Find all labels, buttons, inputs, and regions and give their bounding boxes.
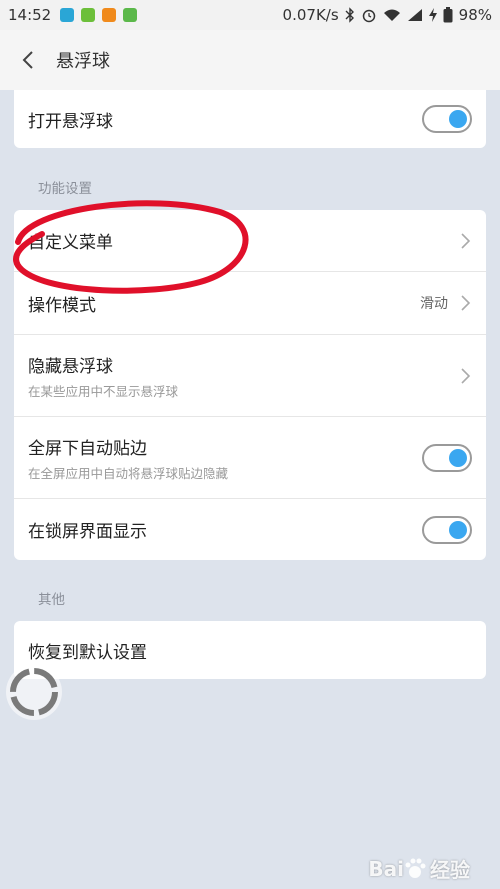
floating-ball-icon	[6, 664, 62, 720]
fullscreen-edge-desc: 在全屏应用中自动将悬浮球贴边隐藏	[28, 465, 229, 481]
section-label-other: 其他	[38, 592, 65, 608]
floating-ball[interactable]	[5, 663, 63, 721]
custom-menu-row[interactable]: 自定义菜单	[14, 210, 486, 271]
open-floatball-toggle[interactable]	[422, 105, 472, 133]
watermark-text-a: Bai	[368, 856, 404, 881]
lockscreen-show-toggle[interactable]	[422, 515, 472, 544]
net-speed: 0.07K/s	[282, 6, 339, 24]
lockscreen-show-row[interactable]: 在锁屏界面显示	[14, 498, 486, 560]
hide-floatball-desc: 在某些应用中不显示悬浮球	[28, 383, 179, 399]
chevron-right-icon	[461, 367, 471, 384]
lockscreen-show-label: 在锁屏界面显示	[28, 522, 147, 542]
fullscreen-edge-label: 全屏下自动贴边	[28, 438, 147, 459]
open-floatball-row[interactable]: 打开悬浮球	[14, 90, 486, 148]
paw-logo-icon	[405, 858, 426, 878]
charging-icon	[428, 8, 437, 22]
status-bar: 14:52 0.07K/s 98%	[0, 0, 500, 30]
wifi-icon	[383, 8, 401, 22]
reset-default-row[interactable]: 恢复到默认设置	[14, 621, 486, 679]
watermark-text-b: 经验	[430, 858, 470, 882]
fullscreen-edge-row[interactable]: 全屏下自动贴边 在全屏应用中自动将悬浮球贴边隐藏	[14, 416, 486, 498]
hide-floatball-label: 隐藏悬浮球	[28, 356, 113, 377]
battery-level: 98%	[458, 6, 492, 24]
page-title: 悬浮球	[56, 51, 110, 72]
fullscreen-edge-toggle[interactable]	[422, 443, 472, 472]
app-icon	[102, 8, 117, 22]
open-card: 打开悬浮球	[14, 90, 486, 148]
signal-icon	[407, 8, 423, 22]
toggle-knob	[449, 520, 467, 539]
toggle-knob	[449, 110, 467, 128]
alarm-icon	[361, 7, 377, 23]
status-time: 14:52	[8, 6, 52, 24]
header: 悬浮球	[0, 30, 500, 90]
hide-floatball-row[interactable]: 隐藏悬浮球 在某些应用中不显示悬浮球	[14, 334, 486, 416]
back-button[interactable]	[0, 30, 56, 90]
usb-icon	[60, 8, 75, 22]
battery-icon	[443, 7, 453, 23]
function-card: 自定义菜单 操作模式 滑动 隐藏悬浮球 在某些应用中不显示悬浮球 全屏下自动贴边…	[14, 210, 486, 560]
operation-mode-row[interactable]: 操作模式 滑动	[14, 271, 486, 334]
android-icon	[123, 8, 138, 22]
bluetooth-icon	[345, 7, 355, 23]
toggle-knob	[449, 448, 467, 467]
reset-default-label: 恢复到默认设置	[28, 642, 147, 663]
other-card: 恢复到默认设置	[14, 621, 486, 679]
chevron-right-icon	[461, 295, 471, 311]
watermark: Bai 经验	[368, 854, 470, 883]
section-label-function: 功能设置	[38, 181, 92, 197]
custom-menu-label: 自定义菜单	[28, 233, 113, 253]
chevron-left-icon	[22, 51, 33, 69]
operation-mode-label: 操作模式	[28, 295, 96, 316]
operation-mode-value: 滑动	[420, 296, 448, 312]
sim-icon	[81, 8, 96, 22]
open-floatball-label: 打开悬浮球	[28, 111, 113, 132]
chevron-right-icon	[461, 232, 471, 249]
